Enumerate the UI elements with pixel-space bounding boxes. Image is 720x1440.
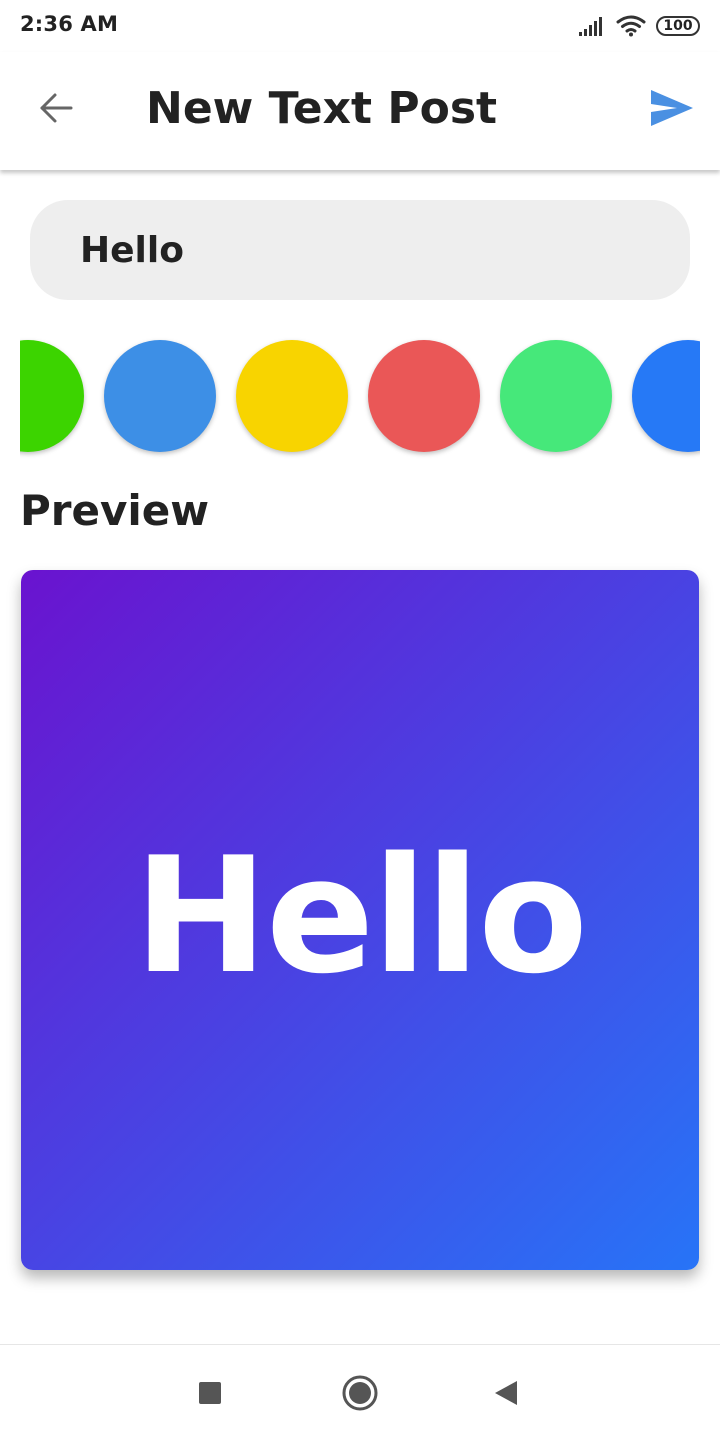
color-swatch-blue[interactable] <box>104 340 216 452</box>
page-title: New Text Post <box>146 83 498 134</box>
send-icon <box>651 90 693 126</box>
arrow-left-icon <box>40 93 73 123</box>
home-circle-icon <box>342 1375 378 1411</box>
color-swatch-red[interactable] <box>368 340 480 452</box>
preview-label: Preview <box>20 486 210 535</box>
status-icons: 100 <box>578 13 700 39</box>
battery-level: 100 <box>663 18 693 34</box>
status-bar: 2:36 AM 100 <box>0 0 720 52</box>
navigation-bar <box>0 1344 720 1440</box>
color-swatch-light-green[interactable] <box>500 340 612 452</box>
text-input-container <box>30 200 690 300</box>
signal-icon <box>579 17 602 36</box>
back-nav-button[interactable] <box>482 1369 530 1417</box>
screen: 2:36 AM 100 New Text Post Hello Preview … <box>0 0 720 1440</box>
back-button[interactable] <box>28 80 84 136</box>
preview-card: Hello <box>21 570 699 1270</box>
send-button[interactable] <box>646 82 698 134</box>
color-swatch-row[interactable] <box>20 330 700 470</box>
color-swatch-yellow[interactable] <box>236 340 348 452</box>
status-time: 2:36 AM <box>20 12 119 36</box>
battery-icon: 100 <box>656 16 700 36</box>
recents-button[interactable] <box>186 1369 234 1417</box>
post-text-input[interactable] <box>80 200 660 300</box>
app-bar: New Text Post <box>0 52 720 170</box>
home-button[interactable] <box>336 1369 384 1417</box>
back-triangle-icon <box>495 1381 517 1405</box>
wifi-icon <box>616 15 646 37</box>
recents-square-icon <box>199 1382 221 1404</box>
color-swatch-bright-blue[interactable] <box>632 340 700 452</box>
color-swatch-green[interactable] <box>20 340 84 452</box>
preview-text: Hello <box>133 821 588 1009</box>
